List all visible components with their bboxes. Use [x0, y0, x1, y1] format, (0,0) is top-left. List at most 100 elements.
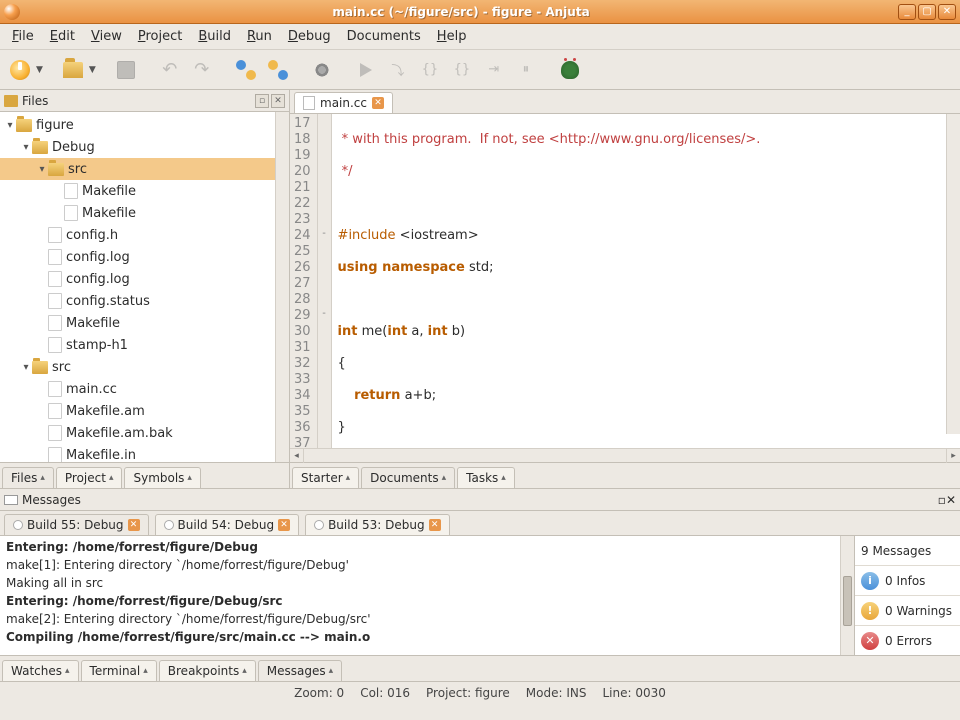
- play-icon: [360, 63, 372, 77]
- tree-row-figure[interactable]: ▾figure: [0, 114, 289, 136]
- editor-scrollbar-vertical[interactable]: [946, 114, 960, 434]
- scroll-right-icon[interactable]: ▸: [946, 449, 960, 463]
- chevron-up-icon: ▴: [329, 666, 334, 676]
- menu-file[interactable]: File: [4, 26, 42, 47]
- menu-debug[interactable]: Debug: [280, 26, 339, 47]
- new-button[interactable]: [6, 56, 34, 84]
- messages-text[interactable]: Entering: /home/forrest/figure/Debug mak…: [0, 536, 840, 655]
- editor-scrollbar-horizontal[interactable]: ◂ ▸: [290, 448, 960, 462]
- tree-label: Makefile: [82, 206, 136, 221]
- file-tree[interactable]: ▾figure ▾Debug ▾src Makefile Makefile co…: [0, 112, 289, 462]
- tree-label: figure: [36, 118, 74, 133]
- menu-edit[interactable]: Edit: [42, 26, 83, 47]
- tree-row-src[interactable]: ▾src: [0, 158, 289, 180]
- tree-row-debug[interactable]: ▾Debug: [0, 136, 289, 158]
- tab-build-55[interactable]: Build 55: Debug ✕: [4, 514, 149, 535]
- chevron-up-icon: ▴: [501, 473, 506, 483]
- editor-pane: main.cc ✕ 171819202122232425262728293031…: [290, 90, 960, 488]
- tree-scrollbar[interactable]: [275, 112, 289, 462]
- fold-column[interactable]: --: [318, 114, 332, 448]
- tab-label: Build 55: Debug: [27, 518, 124, 532]
- tab-starter[interactable]: Starter▴: [292, 467, 359, 488]
- tab-tasks[interactable]: Tasks▴: [457, 467, 515, 488]
- menu-build[interactable]: Build: [190, 26, 239, 47]
- new-dropdown[interactable]: ▼: [36, 65, 43, 75]
- tab-project[interactable]: Project▴: [56, 467, 123, 488]
- messages-panel: Messages ▫ ✕ Build 55: Debug✕ Build 54: …: [0, 488, 960, 681]
- tree-row-makefile[interactable]: Makefile: [0, 202, 289, 224]
- menu-help[interactable]: Help: [429, 26, 475, 47]
- tree-row-makefile[interactable]: Makefile: [0, 312, 289, 334]
- panel-minimize-button[interactable]: ▫: [938, 493, 946, 507]
- tab-terminal[interactable]: Terminal▴: [81, 660, 157, 681]
- open-dropdown[interactable]: ▼: [89, 65, 96, 75]
- editor-tab-main-cc[interactable]: main.cc ✕: [294, 92, 393, 113]
- editor-body[interactable]: 1718192021222324252627282930313233343536…: [290, 114, 960, 448]
- chevron-up-icon: ▴: [242, 666, 247, 676]
- menu-project[interactable]: Project: [130, 26, 191, 47]
- stat-infos[interactable]: i 0 Infos: [855, 566, 960, 596]
- folder-icon: [4, 95, 18, 107]
- menu-documents[interactable]: Documents: [339, 26, 429, 47]
- new-file-icon: [10, 60, 30, 80]
- maximize-button[interactable]: ▢: [918, 4, 936, 20]
- tree-row-config-status[interactable]: config.status: [0, 290, 289, 312]
- tree-row-src2[interactable]: ▾src: [0, 356, 289, 378]
- build-button[interactable]: [232, 56, 260, 84]
- step-over-button: ⤵: [384, 56, 412, 84]
- debug-button[interactable]: [556, 56, 584, 84]
- stat-label: 0 Infos: [885, 574, 925, 588]
- panel-close-button[interactable]: ✕: [271, 94, 285, 108]
- tree-row-config-h[interactable]: config.h: [0, 224, 289, 246]
- tab-close-button[interactable]: ✕: [278, 519, 290, 531]
- tree-row-makefile-in[interactable]: Makefile.in: [0, 444, 289, 462]
- tree-label: src: [52, 360, 71, 375]
- messages-stats: 9 Messages i 0 Infos !0 Warnings ✕0 Error…: [854, 536, 960, 655]
- minimize-button[interactable]: _: [898, 4, 916, 20]
- tab-files[interactable]: Files▴: [2, 467, 54, 488]
- tab-messages[interactable]: Messages▴: [258, 660, 342, 681]
- tab-breakpoints[interactable]: Breakpoints▴: [159, 660, 256, 681]
- messages-tabs: Build 55: Debug ✕ Build 54: Debug✕ Build …: [0, 511, 960, 535]
- menu-run[interactable]: Run: [239, 26, 280, 47]
- messages-scrollbar[interactable]: [840, 536, 854, 655]
- panel-minimize-button[interactable]: ▫: [255, 94, 269, 108]
- message-line: Entering: /home/forrest/figure/Debug/src: [6, 592, 834, 610]
- tree-row-main-cc[interactable]: main.cc: [0, 378, 289, 400]
- tree-row-config-log[interactable]: config.log: [0, 246, 289, 268]
- menubar: File Edit View Project Build Run Debug D…: [0, 24, 960, 50]
- warning-icon: !: [861, 602, 879, 620]
- tab-close-button[interactable]: ✕: [128, 519, 140, 531]
- info-icon: i: [861, 572, 879, 590]
- step-in-button: {}: [416, 56, 444, 84]
- step-in-icon: {}: [422, 62, 439, 77]
- tab-symbols[interactable]: Symbols▴: [124, 467, 200, 488]
- app-icon: [4, 4, 20, 20]
- tab-close-button[interactable]: ✕: [372, 97, 384, 109]
- scroll-left-icon[interactable]: ◂: [290, 449, 304, 463]
- code-area[interactable]: * with this program. If not, see <http:/…: [332, 114, 960, 448]
- stat-errors[interactable]: ✕0 Errors: [855, 626, 960, 655]
- stat-messages[interactable]: 9 Messages: [855, 536, 960, 566]
- tree-label: config.log: [66, 250, 130, 265]
- file-icon: [48, 227, 62, 243]
- left-pane-tabs: Files▴ Project▴ Symbols▴: [0, 462, 289, 488]
- stat-warnings[interactable]: !0 Warnings: [855, 596, 960, 626]
- tree-row-stamp-h1[interactable]: stamp-h1: [0, 334, 289, 356]
- tree-row-makefile-am[interactable]: Makefile.am: [0, 400, 289, 422]
- close-button[interactable]: ✕: [938, 4, 956, 20]
- menu-view[interactable]: View: [83, 26, 130, 47]
- tree-row-makefile[interactable]: Makefile: [0, 180, 289, 202]
- tab-build-54[interactable]: Build 54: Debug✕: [155, 514, 300, 535]
- tree-row-makefile-am-bak[interactable]: Makefile.am.bak: [0, 422, 289, 444]
- panel-close-button[interactable]: ✕: [946, 493, 956, 507]
- tab-build-53[interactable]: Build 53: Debug✕: [305, 514, 450, 535]
- execute-button[interactable]: [308, 56, 336, 84]
- tab-watches[interactable]: Watches▴: [2, 660, 79, 681]
- tab-close-button[interactable]: ✕: [429, 519, 441, 531]
- tree-row-config-log[interactable]: config.log: [0, 268, 289, 290]
- tree-label: config.log: [66, 272, 130, 287]
- build2-button[interactable]: [264, 56, 292, 84]
- tab-documents[interactable]: Documents▴: [361, 467, 455, 488]
- open-button[interactable]: [59, 56, 87, 84]
